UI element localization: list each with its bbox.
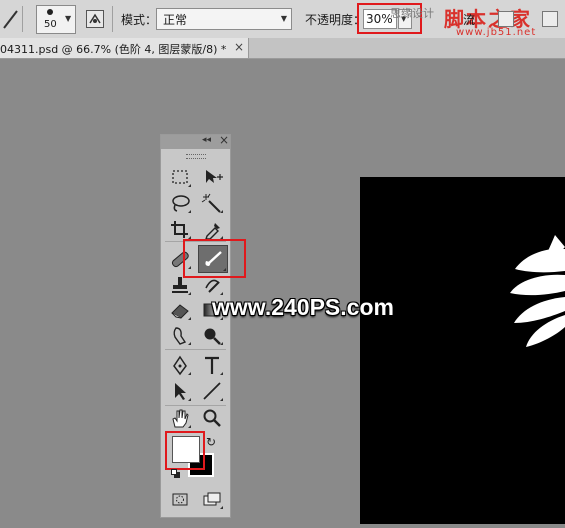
mode-label: 模式： <box>121 13 158 27</box>
swap-colors-icon[interactable]: ↻ <box>206 435 216 449</box>
quick-mask-mode-button[interactable] <box>168 488 192 510</box>
clone-stamp-tool[interactable] <box>168 274 192 296</box>
document-tab-title: 04311.psd @ 66.7% (色阶 4, 图层蒙版/8) * <box>0 43 227 56</box>
crop-tool[interactable] <box>168 218 192 240</box>
chevron-down-icon[interactable]: ▼ <box>65 14 71 23</box>
watermark-site-text: 思缘设计 <box>390 7 434 20</box>
close-icon[interactable]: × <box>234 40 244 54</box>
path-selection-tool[interactable] <box>168 380 192 402</box>
brush-preset-picker[interactable]: 50 ▼ <box>36 5 76 34</box>
brush-tool-icon[interactable] <box>2 8 20 30</box>
collapse-icon[interactable]: ◂◂ <box>202 135 211 145</box>
zoom-tool[interactable] <box>200 407 224 429</box>
hand-tool[interactable] <box>168 407 192 429</box>
opacity-label: 不透明度： <box>305 13 366 27</box>
panel-grip[interactable] <box>186 154 206 159</box>
quick-mask-icon <box>172 493 188 506</box>
chevron-down-icon: ▼ <box>280 14 287 23</box>
dodge-tool[interactable] <box>200 324 224 346</box>
color-swatch-highlight-box <box>165 431 205 470</box>
brush-size-value: 50 <box>44 19 57 30</box>
mode-dropdown-value: 正常 <box>163 13 188 27</box>
eraser-tool[interactable] <box>168 299 192 321</box>
magic-wand-tool[interactable] <box>200 192 224 214</box>
flow-label: 流 <box>463 13 476 27</box>
brush-panel-toggle-icon[interactable] <box>86 10 104 28</box>
screen-mode-button[interactable] <box>200 488 224 510</box>
tools-panel-header[interactable]: ◂◂ × <box>161 133 230 149</box>
history-brush-tool[interactable] <box>200 274 224 296</box>
blur-tool[interactable] <box>168 324 192 346</box>
leaf-mask-shape <box>510 235 565 347</box>
document-canvas[interactable] <box>360 177 565 524</box>
lasso-tool[interactable] <box>168 192 192 214</box>
marquee-tool[interactable] <box>168 166 192 188</box>
eyedropper-tool[interactable] <box>200 218 224 240</box>
close-icon[interactable]: × <box>219 133 229 147</box>
default-colors-icon[interactable] <box>171 469 180 478</box>
brush-tool-highlight-box <box>183 239 246 278</box>
airbrush-toggle-icon[interactable] <box>498 11 514 27</box>
move-tool[interactable] <box>200 166 224 188</box>
zoom-magnifier-icon <box>203 409 221 427</box>
line-tool[interactable] <box>200 380 224 402</box>
type-tool[interactable] <box>200 354 224 376</box>
tablet-pressure-icon[interactable] <box>542 11 558 27</box>
move-arrow-icon <box>206 170 223 183</box>
document-tab[interactable]: 04311.psd @ 66.7% (色阶 4, 图层蒙版/8) * × <box>0 38 249 58</box>
mode-dropdown[interactable]: 正常 ▼ <box>156 8 292 30</box>
brush-tip-icon <box>47 9 53 15</box>
document-tab-bar: 04311.psd @ 66.7% (色阶 4, 图层蒙版/8) * × <box>0 38 565 59</box>
watermark-text: www.240PS.com <box>212 294 394 320</box>
watermark-url-text: www.jb51.net <box>456 27 537 38</box>
tools-panel: ◂◂ × ↻ <box>160 133 246 518</box>
options-bar: 50 ▼ 模式： 正常 ▼ 不透明度： 30% ▼ 思缘设计 脚本之家 流 ww… <box>0 0 565 39</box>
pen-tool[interactable] <box>168 354 192 376</box>
